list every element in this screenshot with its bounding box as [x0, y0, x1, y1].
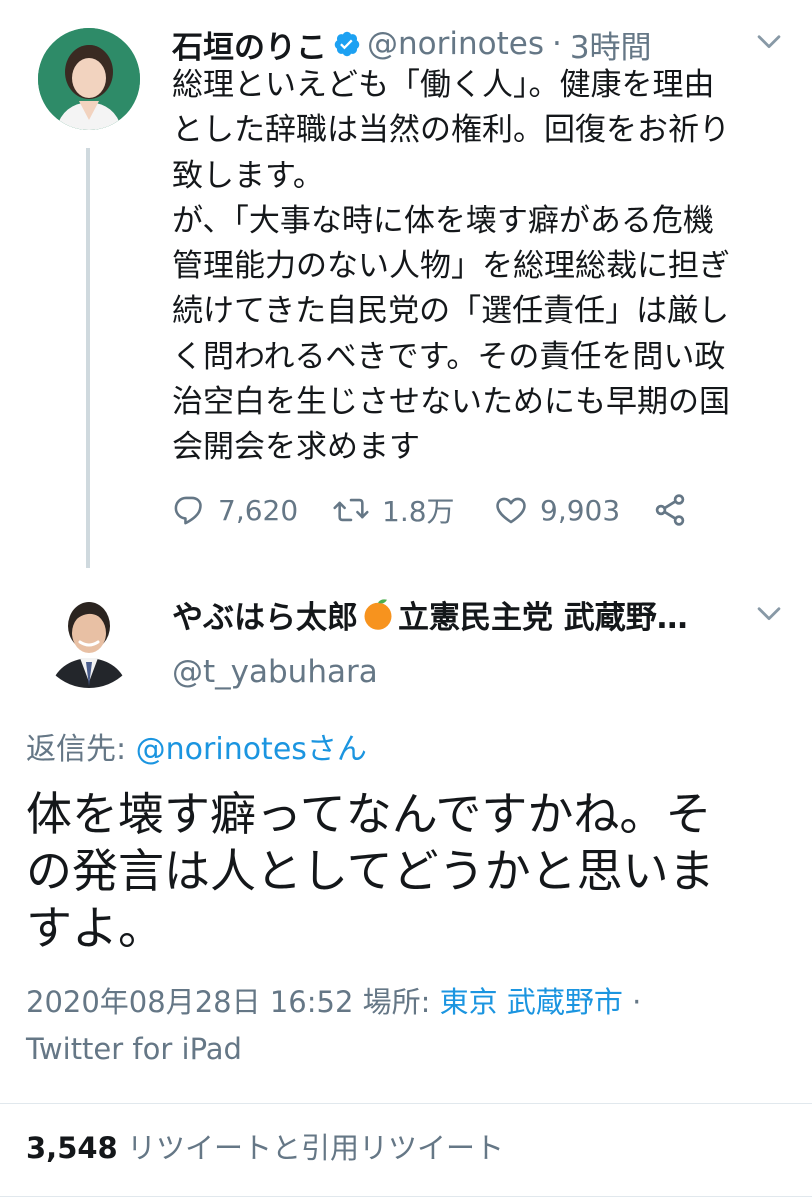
main-avatar-portrait — [38, 586, 140, 688]
tweet-timestamp[interactable]: 2020年08月28日 16:52 — [26, 985, 353, 1019]
parent-timestamp[interactable]: 3時間 — [570, 22, 652, 67]
reply-action[interactable]: 7,620 — [172, 490, 298, 530]
retweet-stats[interactable]: 3,548 リツイートと引用リツイート — [26, 1126, 504, 1170]
parent-text-line: く問われるべきです。その責任を問い政 — [172, 338, 726, 375]
share-icon[interactable] — [652, 492, 688, 528]
divider — [0, 1196, 812, 1197]
like-count: 9,903 — [540, 493, 621, 527]
like-action[interactable]: 9,903 — [494, 490, 620, 530]
main-display-name[interactable]: やぶはら太郎 立憲民主党 武蔵野… — [172, 592, 688, 636]
main-text-line: すよ。 — [26, 901, 164, 955]
reply-count: 7,620 — [218, 493, 299, 527]
reply-to-label: 返信先: — [26, 732, 136, 767]
divider — [0, 1103, 812, 1104]
parent-text-line: 管理能力のない人物」を総理総裁に担ぎ — [172, 248, 730, 285]
main-handle[interactable]: @t_yabuhara — [172, 652, 378, 692]
reply-to-handle-link[interactable]: @norinotesさん — [136, 732, 367, 767]
main-avatar[interactable] — [38, 586, 140, 688]
main-tweet-text: 体を壊す癖ってなんですかね。そ の発言は人としてどうかと思いま すよ。 — [26, 786, 806, 957]
parent-text-line: 致します。 — [172, 157, 324, 194]
reply-to-line: 返信先: @norinotesさん — [26, 728, 367, 772]
parent-text-line: とした辞職は当然の権利。回復をお祈り — [172, 112, 730, 149]
location-label: 場所: — [362, 985, 440, 1019]
main-name-part-2: 立憲民主党 武蔵野… — [398, 599, 688, 636]
parent-avatar[interactable] — [38, 28, 140, 130]
main-text-line: 体を壊す癖ってなんですかね。そ — [26, 787, 712, 841]
orange-emoji-icon — [364, 599, 392, 630]
reply-icon — [174, 496, 202, 525]
parent-text-line: 会開会を求めます — [172, 429, 420, 466]
chevron-down-icon[interactable] — [752, 596, 786, 630]
main-text-line: の発言は人としてどうかと思いま — [26, 844, 715, 898]
parent-header: 石垣のりこ @norinotes · 3時間 — [172, 22, 652, 67]
parent-display-name[interactable]: 石垣のりこ — [172, 22, 327, 67]
like-icon — [496, 497, 526, 524]
tweet-meta-line-1: 2020年08月28日 16:52 場所: 東京 武蔵野市 · — [26, 978, 641, 1026]
parent-text-line: が、「大事な時に体を壊す癖がある危機 — [172, 202, 714, 239]
retweet-total-count: 3,548 — [26, 1131, 118, 1165]
parent-text-line: 総理といえども「働く人」。健康を理由 — [172, 67, 715, 103]
retweet-icon — [333, 498, 369, 522]
main-name-part-1: やぶはら太郎 — [172, 599, 358, 636]
verified-badge-icon — [334, 31, 360, 57]
retweet-action[interactable]: 1.8万 — [332, 490, 455, 530]
parent-avatar-portrait — [38, 28, 140, 130]
tweet-source-link[interactable]: Twitter for iPad — [26, 1025, 242, 1073]
parent-tweet-text: 総理といえども「働く人」。健康を理由 とした辞職は当然の権利。回復をお祈り 致し… — [172, 63, 792, 471]
parent-text-line: 続けてきた自民党の「選任責任」は厳し — [172, 293, 730, 330]
location-link[interactable]: 東京 武蔵野市 — [440, 985, 623, 1019]
retweet-count: 1.8万 — [382, 495, 455, 528]
meta-separator: · — [632, 985, 642, 1019]
thread-connector-line — [86, 148, 90, 568]
chevron-down-icon[interactable] — [752, 24, 786, 58]
parent-text-line: 治空白を生じさせないためにも早期の国 — [172, 384, 730, 421]
retweet-total-label: リツイートと引用リツイート — [126, 1131, 504, 1165]
header-separator: · — [551, 26, 562, 62]
parent-handle[interactable]: @norinotes — [367, 26, 544, 62]
